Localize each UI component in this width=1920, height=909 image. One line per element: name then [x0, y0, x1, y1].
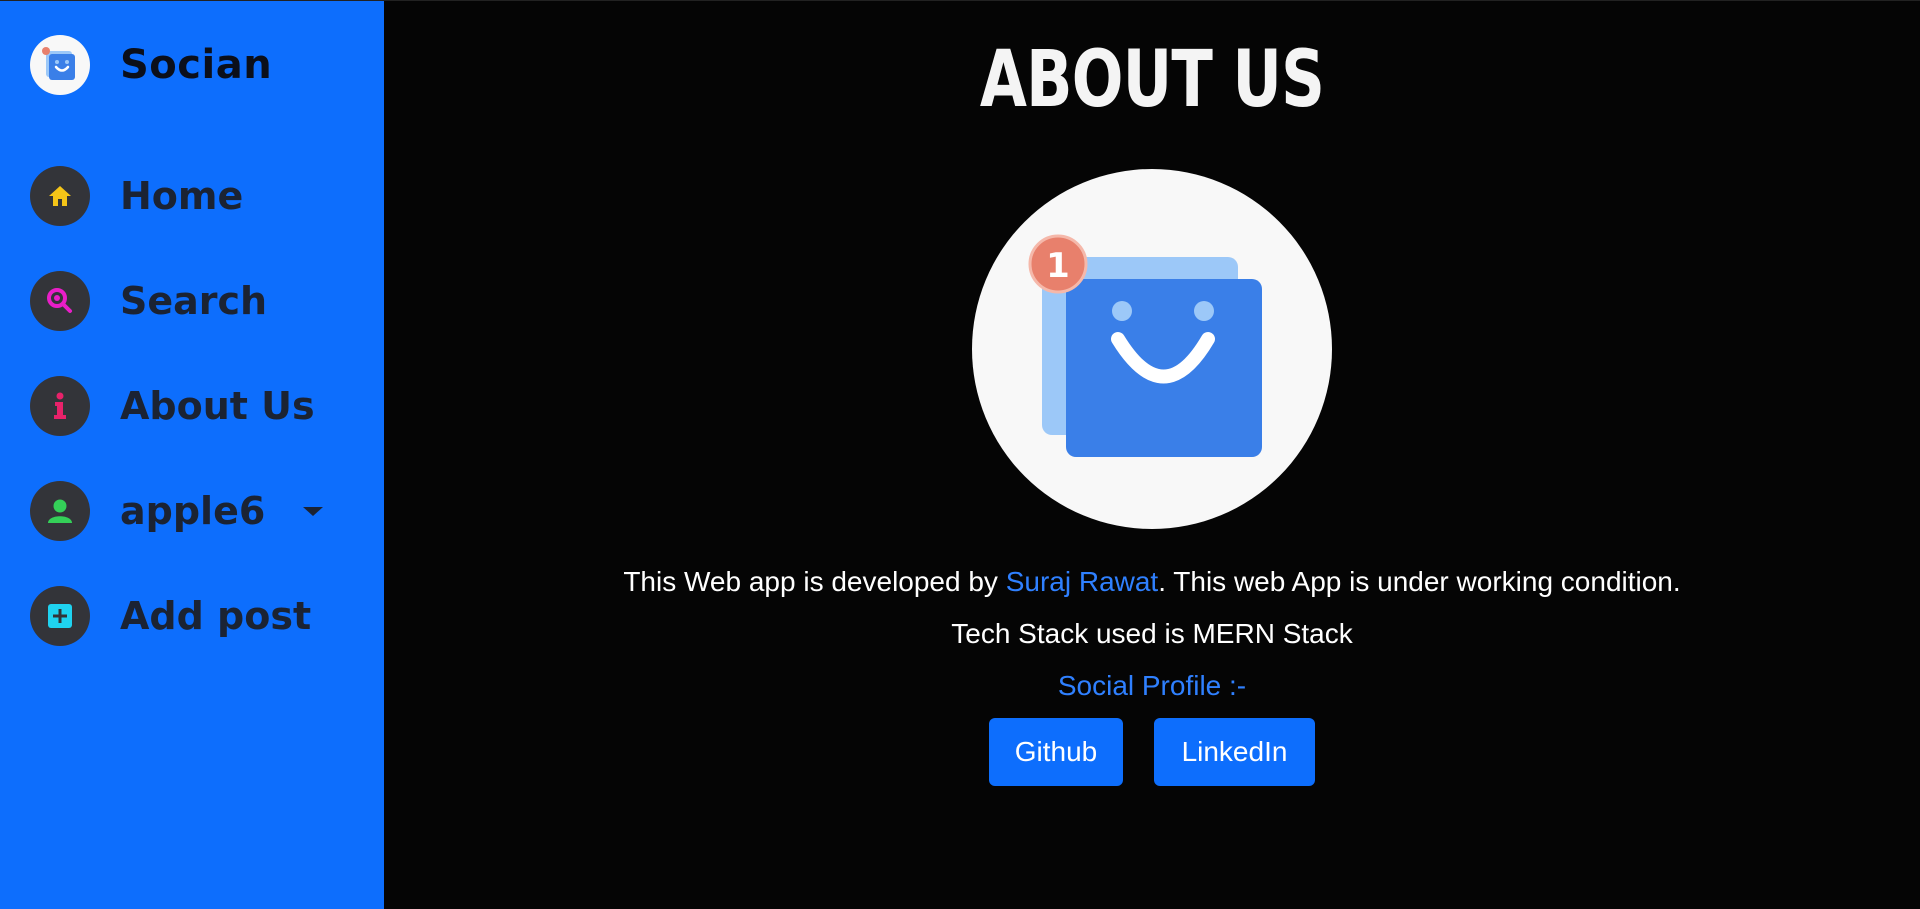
sidebar-item-about-us[interactable]: About Us	[30, 376, 323, 436]
user-icon	[30, 481, 90, 541]
sidebar-item-add-post[interactable]: Add post	[30, 586, 323, 646]
author-link[interactable]: Suraj Rawat	[1006, 566, 1159, 597]
social-profile-heading: Social Profile :-	[1057, 670, 1247, 701]
sidebar-item-search[interactable]: Search	[30, 271, 323, 331]
brand-name: Socian	[120, 42, 273, 88]
add-square-icon	[30, 586, 90, 646]
bag-smile-logo-icon: 1	[1028, 234, 1262, 457]
sidebar-item-label: Search	[120, 279, 268, 323]
sidebar-item-label: Home	[120, 174, 244, 218]
sidebar: Socian Home Search About Us apple6 Add p…	[0, 0, 384, 909]
about-description: This Web app is developed by Suraj Rawat…	[384, 565, 1920, 599]
linkedin-button[interactable]: LinkedIn	[1154, 718, 1315, 786]
brand-logo-icon	[30, 35, 90, 95]
hero-logo: 1	[972, 169, 1332, 529]
home-icon	[30, 166, 90, 226]
brand[interactable]: Socian	[30, 35, 272, 95]
sidebar-item-label: apple6	[120, 489, 266, 533]
notification-badge: 1	[1046, 246, 1070, 286]
sidebar-item-label: About Us	[120, 384, 315, 428]
sidebar-item-home[interactable]: Home	[30, 166, 323, 226]
description-prefix: This Web app is developed by	[623, 566, 1006, 597]
search-icon	[30, 271, 90, 331]
sidebar-item-profile[interactable]: apple6	[30, 481, 324, 541]
main-content: ABOUT US 1 This Web app is developed by …	[384, 0, 1920, 909]
page-title: ABOUT US	[979, 35, 1325, 125]
chevron-down-icon[interactable]	[303, 506, 324, 516]
tech-stack-text: Tech Stack used is MERN Stack	[951, 618, 1353, 649]
sidebar-item-label: Add post	[120, 594, 312, 638]
github-button[interactable]: Github	[989, 718, 1123, 786]
info-icon	[30, 376, 90, 436]
description-suffix: . This web App is under working conditio…	[1158, 566, 1681, 597]
sidebar-nav: Home Search About Us apple6 Add post	[30, 166, 324, 691]
